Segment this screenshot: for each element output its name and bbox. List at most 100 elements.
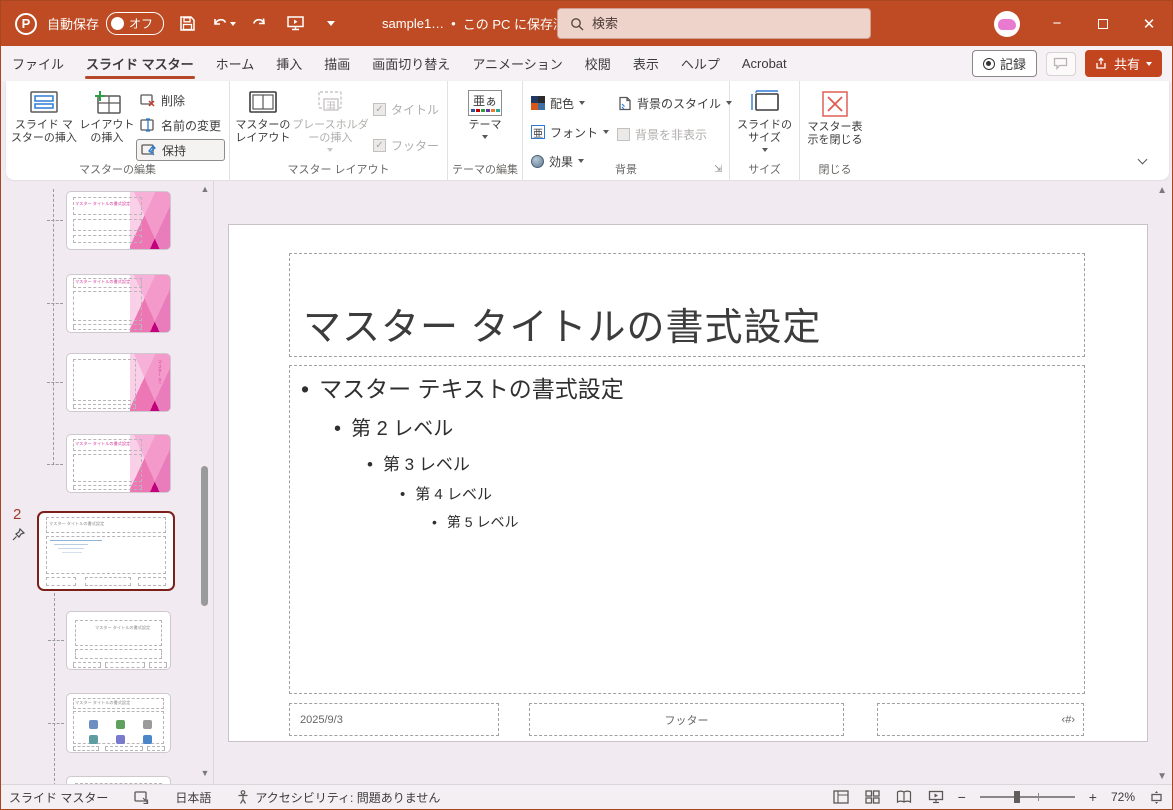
save-button[interactable]: [174, 11, 200, 37]
tree-connector: [53, 189, 54, 465]
tab-home[interactable]: ホーム: [205, 46, 266, 81]
close-master-view-button[interactable]: マスター表示を閉じる: [804, 86, 866, 162]
autosave-control[interactable]: 自動保存 オフ: [47, 12, 165, 35]
bullet-level-2[interactable]: 第 2 レベル: [334, 412, 624, 441]
slide-size-button[interactable]: スライドのサイズ: [734, 86, 795, 162]
rename-icon: [140, 118, 154, 132]
tab-view[interactable]: 表示: [622, 46, 670, 81]
account-avatar[interactable]: [994, 10, 1020, 37]
tab-transitions[interactable]: 画面切り替え: [361, 46, 461, 81]
accessibility-status[interactable]: アクセシビリティ: 問題ありません: [237, 789, 440, 806]
tab-help[interactable]: ヘルプ: [670, 46, 731, 81]
thumbnail-title-text: マスター タイトルの書式設定: [75, 201, 131, 207]
display-settings-button[interactable]: [134, 790, 149, 804]
tab-insert[interactable]: 挿入: [265, 46, 313, 81]
collapse-ribbon-button[interactable]: [1133, 152, 1151, 170]
reading-view-button[interactable]: [896, 790, 912, 804]
undo-icon: [213, 18, 226, 25]
share-icon: [1096, 57, 1106, 69]
slide-number-placeholder[interactable]: ‹#›: [877, 703, 1084, 736]
record-button[interactable]: 記録: [971, 50, 1037, 77]
layout-thumbnail-4[interactable]: マスター タイトルの書式設定: [66, 434, 171, 493]
slide-master-thumbnail-selected[interactable]: マスター タイトルの書式設定: [37, 511, 175, 591]
start-slideshow-button[interactable]: [282, 11, 308, 37]
minimize-button[interactable]: −: [1034, 1, 1080, 46]
rename-button[interactable]: 名前の変更: [136, 114, 225, 136]
bullet-level-4[interactable]: 第 4 レベル: [400, 483, 624, 504]
tree-connector: [47, 464, 63, 465]
preserve-label: 保持: [161, 143, 186, 158]
search-box[interactable]: [557, 8, 871, 39]
group-close: マスター表示を閉じる 閉じる: [800, 81, 870, 180]
fonts-button[interactable]: 亜 フォント: [527, 121, 613, 143]
themes-button[interactable]: 亜ぁ テーマ: [453, 86, 517, 162]
footer-placeholder[interactable]: フッター: [529, 703, 844, 736]
slide-thumbnail-panel: マスター タイトルの書式設定 マスター タイトルの書式設定 マスター タイトルの…: [1, 181, 214, 786]
zoom-out-button[interactable]: −: [958, 789, 966, 805]
preserve-button[interactable]: 保持: [135, 139, 225, 161]
zoom-slider-thumb[interactable]: [1013, 791, 1020, 803]
master-title-text[interactable]: マスター タイトルの書式設定: [303, 296, 822, 351]
tab-draw[interactable]: 描画: [313, 46, 361, 81]
insert-layout-button[interactable]: レイアウトの挿入: [78, 86, 136, 162]
checkbox-checked-icon: ✓: [372, 102, 386, 116]
bullet-level-3[interactable]: 第 3 レベル: [367, 450, 624, 475]
layout-thumbnail-1[interactable]: マスター タイトルの書式設定: [66, 191, 171, 250]
zoom-level[interactable]: 72%: [1111, 790, 1135, 804]
layout-thumbnail-2[interactable]: マスター タイトルの書式設定: [66, 274, 171, 333]
layout-thumbnail-title[interactable]: マスター タイトルの書式設定: [66, 611, 171, 670]
panel-scroll-up-arrow[interactable]: ▲: [199, 185, 211, 194]
zoom-slider-midpoint: [1037, 793, 1039, 801]
layout-thumbnail-3[interactable]: マスター タイトルの書式設定: [66, 353, 171, 412]
tab-slide-master[interactable]: スライド マスター: [75, 46, 205, 81]
canvas-scroll-down-arrow[interactable]: ▼: [1157, 771, 1167, 782]
master-layout-button[interactable]: マスターのレイアウト: [234, 86, 292, 162]
date-placeholder[interactable]: 2025/9/3: [289, 703, 499, 736]
delete-button[interactable]: 削除: [136, 89, 225, 111]
comments-button[interactable]: [1045, 51, 1076, 76]
undo-dropdown-icon[interactable]: [229, 21, 236, 26]
layout-thumbnail-content[interactable]: マスター タイトルの書式設定: [66, 693, 171, 753]
footer-checkbox: ✓ フッター: [369, 134, 443, 156]
background-dialog-launcher-icon[interactable]: ⇲: [714, 165, 726, 177]
rename-label: 名前の変更: [160, 118, 221, 133]
document-title[interactable]: sample1…: [382, 16, 444, 31]
powerpoint-app-icon[interactable]: P: [15, 12, 37, 35]
search-input[interactable]: [592, 16, 832, 31]
slideshow-view-button[interactable]: [928, 790, 944, 804]
slide-editing-canvas[interactable]: マスター タイトルの書式設定 マスター テキストの書式設定 第 2 レベル 第 …: [228, 224, 1148, 742]
zoom-in-button[interactable]: +: [1089, 789, 1097, 805]
autosave-toggle[interactable]: オフ: [106, 12, 165, 35]
colors-button[interactable]: 配色: [527, 92, 613, 114]
tab-review[interactable]: 校閲: [574, 46, 622, 81]
panel-scroll-down-arrow[interactable]: ▼: [199, 769, 211, 778]
quick-access-more-button[interactable]: [318, 11, 344, 37]
tab-file[interactable]: ファイル: [1, 46, 75, 81]
bullet-level-5[interactable]: 第 5 レベル: [432, 512, 624, 532]
normal-view-button[interactable]: [832, 790, 849, 804]
master-body-text[interactable]: マスター テキストの書式設定 第 2 レベル 第 3 レベル 第 4 レベル 第…: [301, 368, 624, 532]
maximize-button[interactable]: [1080, 1, 1126, 46]
slide-sorter-view-button[interactable]: [864, 790, 880, 804]
share-button[interactable]: 共有: [1084, 50, 1162, 77]
share-label: 共有: [1113, 57, 1140, 72]
undo-button[interactable]: [210, 11, 236, 37]
zoom-slider[interactable]: [979, 791, 1075, 803]
close-button[interactable]: ✕: [1126, 1, 1172, 46]
language-indicator[interactable]: 日本語: [175, 789, 211, 806]
group-edit-theme: 亜ぁ テーマ テーマの編集: [448, 81, 523, 180]
tab-acrobat[interactable]: Acrobat: [731, 46, 798, 81]
redo-button[interactable]: [246, 11, 272, 37]
background-styles-button[interactable]: 背景のスタイル: [613, 92, 736, 114]
main-area: マスター タイトルの書式設定 マスター タイトルの書式設定 マスター タイトルの…: [1, 181, 1172, 786]
fit-to-window-button[interactable]: [1149, 790, 1164, 805]
bullet-level-1[interactable]: マスター テキストの書式設定: [301, 370, 624, 404]
insert-slide-master-button[interactable]: スライド マスターの挿入: [10, 86, 78, 162]
group-size: スライドのサイズ サイズ: [730, 81, 800, 180]
tree-connector: [47, 220, 63, 221]
title-checkbox-label: タイトル: [390, 102, 439, 117]
canvas-scroll-up-arrow[interactable]: ▲: [1157, 185, 1167, 196]
insert-layout-label: レイアウトの挿入: [79, 119, 135, 144]
panel-scrollbar-thumb[interactable]: [201, 466, 208, 606]
tab-animations[interactable]: アニメーション: [461, 46, 573, 81]
